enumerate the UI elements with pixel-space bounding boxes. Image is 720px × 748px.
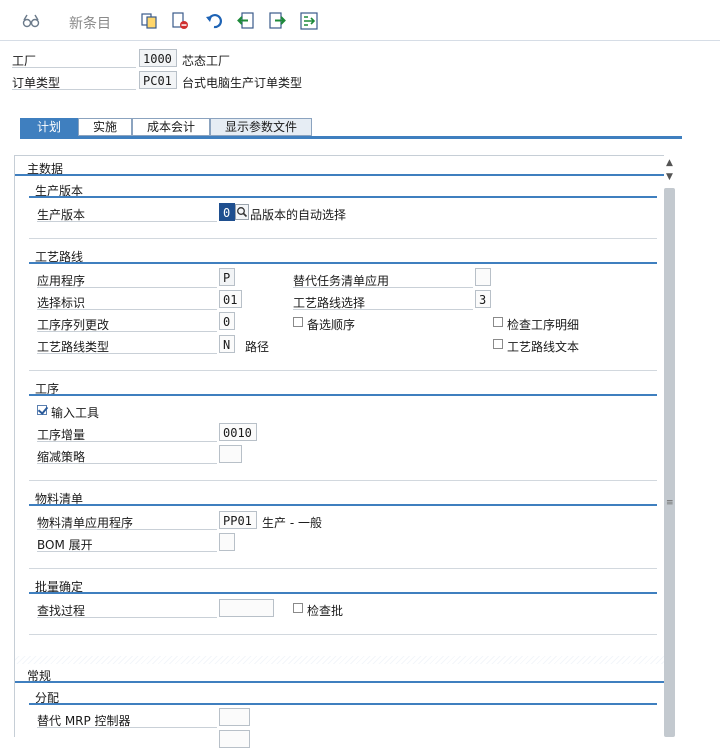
routing-selection-underline: [293, 309, 473, 310]
routing-separator: [29, 370, 657, 371]
check-batch-label: 检查批: [307, 604, 344, 618]
reduction-strategy-field[interactable]: [219, 445, 242, 463]
enter-tools-label: 输入工具: [51, 406, 100, 420]
routing-type-field[interactable]: N: [219, 335, 235, 353]
check-op-details-checkbox[interactable]: [493, 317, 503, 327]
op-increment-underline: [37, 441, 217, 442]
master-data-title-line: [15, 174, 664, 176]
bom-title-line: [29, 504, 657, 506]
routing-application-field[interactable]: P: [219, 268, 235, 286]
copy-icon[interactable]: [140, 12, 158, 30]
search-help-icon[interactable]: [235, 204, 249, 220]
production-version-description: 品版本的自动选择: [250, 208, 347, 222]
selection-id-underline: [37, 309, 217, 310]
tab-plan[interactable]: 计划: [20, 118, 78, 136]
alt-mrp-controller-underline: [37, 727, 217, 728]
scrollbar-grip-icon: ≡: [666, 498, 674, 508]
op-increment-field[interactable]: 0010: [219, 423, 257, 441]
enter-tools-checkbox[interactable]: [37, 405, 47, 415]
delete-icon[interactable]: [171, 12, 189, 30]
assignment-title-line: [29, 703, 657, 705]
tab-underline: [20, 136, 682, 139]
next-field-partial[interactable]: [219, 730, 250, 748]
routing-text-checkbox[interactable]: [493, 339, 503, 349]
scroll-up-icon[interactable]: ▲: [666, 158, 673, 168]
search-procedure-field[interactable]: [219, 599, 274, 617]
routing-type-description: 路径: [245, 340, 270, 354]
application-toolbar: 新条目: [0, 0, 720, 41]
alt-sequence-label: 备选顺序: [307, 318, 356, 332]
previous-entry-icon[interactable]: [237, 12, 255, 30]
order-type-field[interactable]: PC01: [139, 71, 177, 89]
plant-description: 芯态工厂: [182, 54, 231, 68]
routing-type-underline: [37, 353, 217, 354]
scroll-down-icon[interactable]: ▼: [666, 172, 673, 182]
routing-text-label: 工艺路线文本: [507, 340, 580, 354]
plant-underline: [12, 67, 136, 68]
production-version-separator: [29, 238, 657, 239]
tab-costing[interactable]: 成本会计: [132, 118, 210, 136]
routing-selection-field[interactable]: 3: [475, 290, 491, 308]
production-version-field[interactable]: 0: [219, 203, 235, 221]
routing-title-line: [29, 262, 657, 264]
bom-application-field[interactable]: PP01: [219, 511, 257, 529]
order-type-description: 台式电脑生产订单类型: [182, 76, 303, 90]
master-data-group: [15, 156, 664, 656]
alt-mrp-controller-field[interactable]: [219, 708, 250, 726]
general-title-line: [15, 681, 664, 683]
production-version-underline: [37, 221, 217, 222]
tab-execution[interactable]: 实施: [78, 118, 132, 136]
batch-title-line: [29, 592, 657, 594]
select-block-icon[interactable]: [300, 12, 318, 30]
bom-explosion-field[interactable]: [219, 533, 235, 551]
tab-display-profile[interactable]: 显示参数文件: [210, 118, 312, 136]
order-type-underline: [12, 89, 136, 90]
op-seq-change-underline: [37, 331, 217, 332]
bom-explosion-underline: [37, 551, 217, 552]
op-seq-change-field[interactable]: 0: [219, 312, 235, 330]
next-entry-icon[interactable]: [268, 12, 286, 30]
scrollbar-thumb[interactable]: [664, 188, 675, 737]
undo-icon[interactable]: [205, 12, 223, 30]
glasses-icon[interactable]: [22, 12, 40, 30]
operation-title-line: [29, 394, 657, 396]
bom-separator: [29, 568, 657, 569]
alt-task-list-underline: [293, 287, 473, 288]
routing-application-underline: [37, 287, 217, 288]
production-version-title-line: [29, 196, 657, 198]
check-op-details-label: 检查工序明细: [507, 318, 580, 332]
operation-separator: [29, 480, 657, 481]
bom-application-underline: [37, 529, 217, 530]
reduction-strategy-underline: [37, 463, 217, 464]
alt-sequence-checkbox[interactable]: [293, 317, 303, 327]
new-entries-button[interactable]: 新条目: [69, 13, 111, 33]
check-batch-checkbox[interactable]: [293, 603, 303, 613]
search-procedure-underline: [37, 617, 217, 618]
bom-application-description: 生产 - 一般: [262, 516, 322, 530]
plant-field[interactable]: 1000: [139, 49, 177, 67]
selection-id-field[interactable]: 01: [219, 290, 242, 308]
alt-task-list-field[interactable]: [475, 268, 491, 286]
batch-separator: [29, 634, 657, 635]
